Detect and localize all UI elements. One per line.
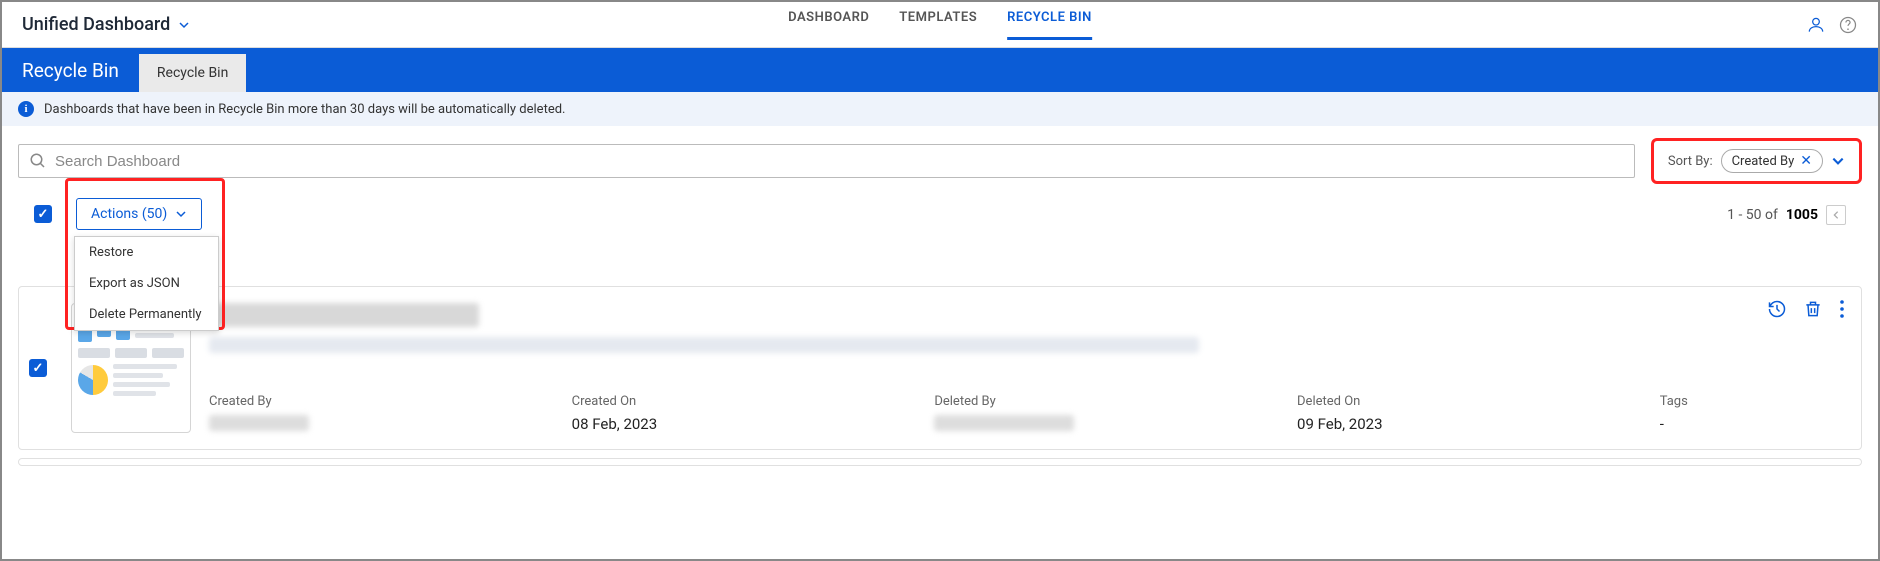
search-icon xyxy=(29,152,47,170)
chevron-left-icon xyxy=(1831,210,1841,220)
pagination-range: 1 - 50 of xyxy=(1727,207,1778,223)
deleted-on-label: Deleted On xyxy=(1297,394,1660,409)
search-row: Sort By: Created By ✕ xyxy=(2,126,1878,196)
actions-row: Actions (50) Restore Export as JSON Dele… xyxy=(2,196,1878,230)
tab-recycle-bin[interactable]: RECYCLE BIN xyxy=(1007,10,1092,40)
page-sub-tab[interactable]: Recycle Bin xyxy=(139,54,246,92)
created-on-value: 08 Feb, 2023 xyxy=(572,415,935,433)
card-meta: Created By Created On 08 Feb, 2023 Delet… xyxy=(209,394,1841,433)
sort-label: Sort By: xyxy=(1668,154,1713,169)
tags-value: - xyxy=(1660,415,1841,433)
card-checkbox-col xyxy=(29,303,53,433)
pagination: 1 - 50 of 1005 xyxy=(1727,205,1846,225)
select-all-checkbox[interactable] xyxy=(34,205,52,223)
tab-dashboard[interactable]: DASHBOARD xyxy=(788,10,869,40)
created-on-label: Created On xyxy=(572,394,935,409)
history-icon[interactable] xyxy=(1767,299,1787,319)
actions-button[interactable]: Actions (50) xyxy=(76,198,202,230)
deleted-by-value-redacted xyxy=(934,415,1074,431)
top-right-icons xyxy=(1806,15,1858,35)
sort-by-section: Sort By: Created By ✕ xyxy=(1651,138,1862,184)
info-icon: i xyxy=(18,101,34,117)
created-by-label: Created By xyxy=(209,394,572,409)
card-title-redacted xyxy=(209,303,479,327)
chevron-down-icon xyxy=(175,208,187,220)
top-nav: Unified Dashboard DASHBOARD TEMPLATES RE… xyxy=(2,2,1878,48)
card-checkbox[interactable] xyxy=(29,359,47,377)
user-icon[interactable] xyxy=(1806,15,1826,35)
card-body: Created By Created On 08 Feb, 2023 Delet… xyxy=(209,303,1841,433)
sort-chip[interactable]: Created By ✕ xyxy=(1721,149,1823,173)
tags-label: Tags xyxy=(1660,394,1841,409)
deleted-by-label: Deleted By xyxy=(934,394,1297,409)
page-prev-button[interactable] xyxy=(1826,205,1846,225)
action-delete-permanently[interactable]: Delete Permanently xyxy=(75,299,218,330)
action-export-json[interactable]: Export as JSON xyxy=(75,268,218,299)
created-by-value-redacted xyxy=(209,415,309,431)
card-actions xyxy=(1767,299,1845,319)
info-banner-text: Dashboards that have been in Recycle Bin… xyxy=(44,102,565,117)
page-header-bar: Recycle Bin Recycle Bin xyxy=(2,48,1878,92)
app-title-text: Unified Dashboard xyxy=(22,14,170,35)
app-title-dropdown[interactable]: Unified Dashboard xyxy=(22,14,190,35)
actions-button-label: Actions (50) xyxy=(91,206,167,222)
action-restore[interactable]: Restore xyxy=(75,237,218,268)
card-description-redacted xyxy=(209,337,1199,353)
chevron-down-icon xyxy=(178,19,190,31)
info-banner: i Dashboards that have been in Recycle B… xyxy=(2,92,1878,126)
page-title: Recycle Bin xyxy=(2,48,139,92)
help-icon[interactable] xyxy=(1838,15,1858,35)
deleted-on-value: 09 Feb, 2023 xyxy=(1297,415,1660,433)
actions-menu: Restore Export as JSON Delete Permanentl… xyxy=(74,236,219,331)
more-icon[interactable] xyxy=(1839,299,1845,319)
sort-dropdown-icon[interactable] xyxy=(1831,154,1845,168)
sort-chip-text: Created By xyxy=(1732,154,1795,169)
next-card-stub xyxy=(18,458,1862,466)
search-input[interactable] xyxy=(55,153,1624,170)
sort-chip-clear-icon[interactable]: ✕ xyxy=(1800,153,1812,169)
dashboard-card: Created By Created On 08 Feb, 2023 Delet… xyxy=(18,286,1862,450)
tab-templates[interactable]: TEMPLATES xyxy=(899,10,977,40)
search-box[interactable] xyxy=(18,144,1635,178)
trash-icon[interactable] xyxy=(1803,299,1823,319)
top-tabs: DASHBOARD TEMPLATES RECYCLE BIN xyxy=(788,10,1092,40)
pagination-total: 1005 xyxy=(1786,207,1818,223)
